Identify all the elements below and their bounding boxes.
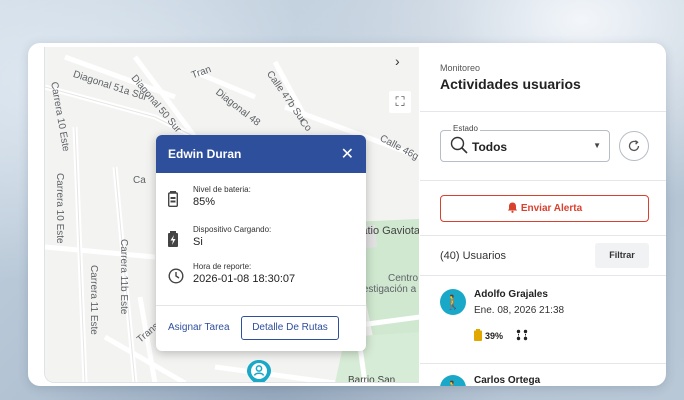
fullscreen-icon[interactable]: ⛶: [389, 91, 411, 113]
refresh-icon[interactable]: [619, 131, 649, 161]
battery-value: 39%: [485, 331, 504, 341]
user-popup: Edwin Duran ✕ Nivel de bateria: 85% Disp…: [156, 135, 366, 351]
users-count: (40) Usuarios: [440, 250, 507, 262]
map-label-ca: Ca: [133, 175, 146, 186]
user-name: Carlos Ortega: [474, 375, 541, 386]
battery-icon: [474, 329, 482, 344]
state-select[interactable]: Estado Todos ▼: [440, 124, 610, 162]
monitoring-card: Diagonal 51a Sur Diagonal 50 Sur Tran Di…: [28, 43, 666, 386]
charging-value: Si: [193, 236, 203, 248]
charging-label: Dispositivo Cargando:: [193, 225, 272, 234]
map-label-carrera-11: Carrera 11 Este: [88, 265, 99, 335]
assign-task-link[interactable]: Asignar Tarea: [168, 322, 230, 333]
state-legend: Estado: [451, 124, 480, 133]
sidebar-subtitle: Monitoreo: [440, 63, 481, 73]
divider: [420, 111, 666, 112]
popup-title: Edwin Duran: [168, 147, 242, 161]
map-label-centro: Centro: [388, 273, 419, 284]
search-icon: [450, 136, 468, 157]
charging-icon: [168, 231, 184, 247]
user-date: Ene. 08, 2026 21:38: [474, 305, 565, 316]
popup-header: Edwin Duran ✕: [156, 135, 366, 173]
popup-footer: Asignar Tarea Detalle De Rutas: [156, 305, 366, 351]
filter-button[interactable]: Filtrar: [595, 243, 649, 268]
walking-person-icon: 🚶: [440, 375, 466, 386]
divider: [420, 363, 666, 364]
report-value: 2026-01-08 18:30:07: [193, 273, 296, 285]
divider: [420, 235, 666, 236]
route-icon[interactable]: [516, 329, 528, 344]
bell-icon: [507, 198, 518, 223]
user-name: Adolfo Grajales: [474, 289, 548, 300]
send-alert-button[interactable]: Enviar Alerta: [440, 195, 649, 222]
battery-icon: [168, 191, 184, 207]
close-icon[interactable]: ✕: [341, 144, 354, 164]
clock-icon: [168, 268, 184, 284]
route-details-button[interactable]: Detalle De Rutas: [241, 316, 339, 340]
map[interactable]: Diagonal 51a Sur Diagonal 50 Sur Tran Di…: [44, 47, 419, 383]
activity-sidebar: Monitoreo Actividades usuarios Estado To…: [420, 43, 666, 386]
send-alert-label: Enviar Alerta: [520, 203, 583, 214]
divider: [420, 180, 666, 181]
caret-down-icon: ▼: [593, 141, 601, 150]
report-label: Hora de reporte:: [193, 262, 252, 271]
battery-value: 85%: [193, 196, 216, 208]
battery-label: Nivel de bateria:: [193, 185, 251, 194]
walking-person-icon: 🚶: [440, 289, 466, 315]
map-label-barrio: Barrio San: [348, 375, 396, 383]
chevron-right-icon[interactable]: ›: [395, 53, 400, 69]
state-value: Todos: [472, 140, 508, 154]
map-label-carrera-11b: Carrera 11b Este: [118, 239, 129, 315]
sidebar-title: Actividades usuarios: [440, 76, 581, 92]
divider: [420, 275, 666, 276]
map-label-carrera-10-este-left: Carrera 10 Este: [54, 173, 65, 244]
